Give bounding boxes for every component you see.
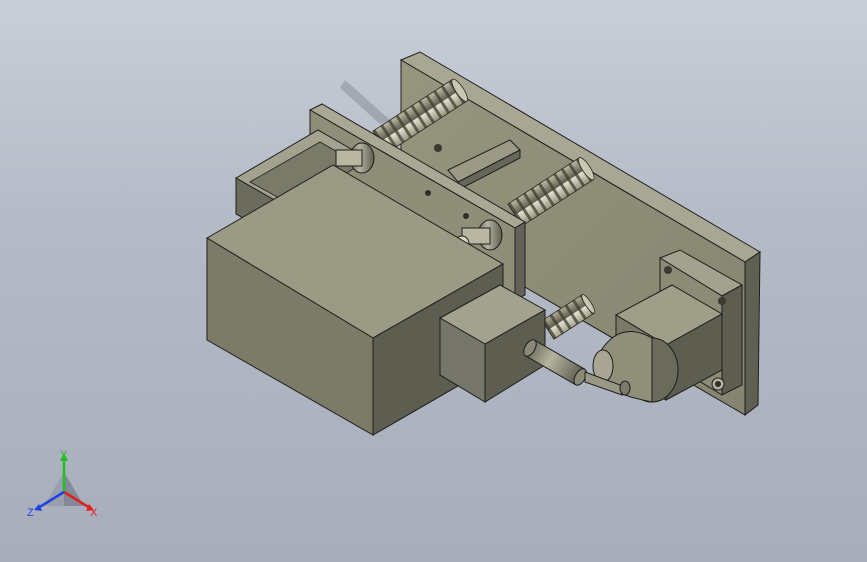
axis-triad[interactable]: Y X Z xyxy=(26,448,102,524)
cad-viewport[interactable]: Y X Z xyxy=(0,0,867,562)
shadow-streak xyxy=(340,80,390,124)
z-axis-label: Z xyxy=(27,507,34,519)
y-axis-label: Y xyxy=(60,449,68,461)
coupling xyxy=(584,331,679,403)
x-axis-label: X xyxy=(90,507,98,519)
assembly-model[interactable] xyxy=(0,0,867,562)
